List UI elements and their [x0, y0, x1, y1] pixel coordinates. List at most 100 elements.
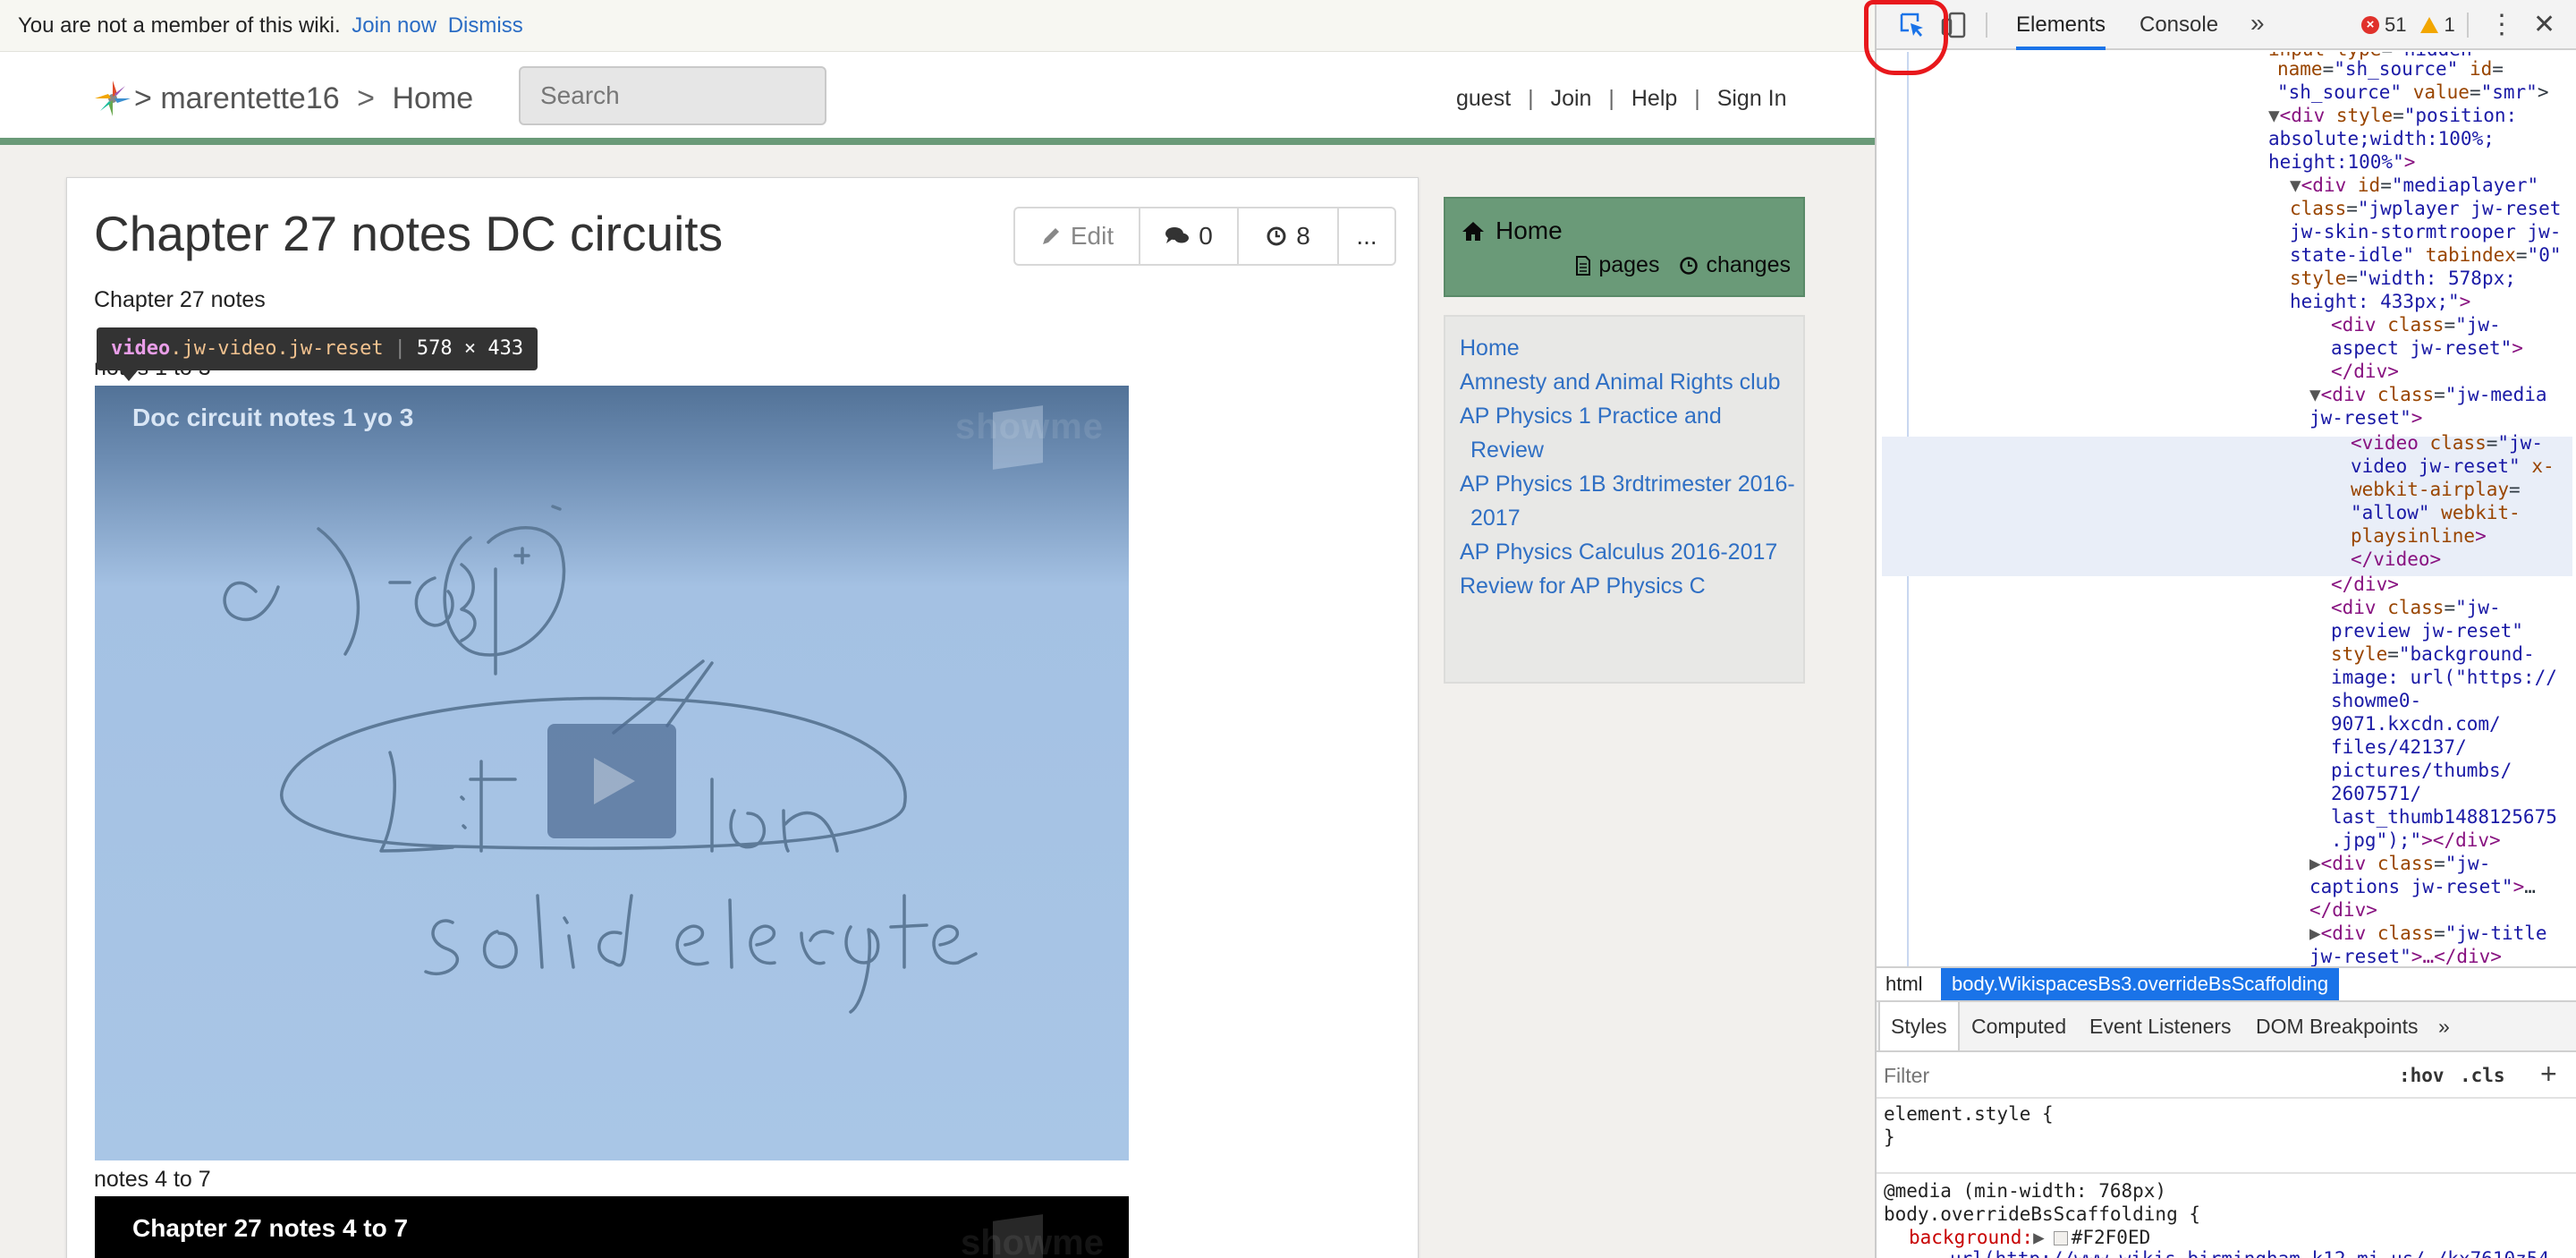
play-button[interactable] — [547, 724, 676, 838]
notes-2-label: notes 4 to 7 — [94, 1167, 211, 1192]
toolbar-divider — [2467, 13, 2469, 38]
user-nav-guest[interactable]: guest — [1456, 86, 1511, 111]
video-2-title: Chapter 27 notes 4 to 7 — [132, 1214, 409, 1242]
tooltip-divider: | — [394, 337, 406, 360]
sidebar-home-links: pages changes — [1575, 252, 1791, 278]
more-tabs-icon[interactable]: » — [2250, 9, 2265, 38]
warning-count: 1 — [2444, 13, 2455, 36]
breadcrumb-page[interactable]: Home — [392, 81, 473, 115]
comments-icon — [1165, 227, 1190, 243]
swatch-value: #F2F0ED — [2071, 1227, 2151, 1248]
dismiss-link[interactable]: Dismiss — [448, 13, 523, 38]
rule-close: } — [1884, 1126, 1895, 1148]
css-property: background: — [1909, 1227, 2034, 1248]
tab-styles[interactable]: Styles — [1878, 1002, 1960, 1050]
history-count: 8 — [1296, 222, 1310, 250]
class-toggle[interactable]: .cls — [2460, 1052, 2505, 1099]
styles-filter-input[interactable] — [1884, 1059, 2241, 1092]
devtools-panel: Elements Console » × 51 1 ⋮ ✕ input type… — [1875, 0, 2576, 1258]
join-now-link[interactable]: Join now — [352, 13, 436, 38]
page-viewport: You are not a member of this wiki. Join … — [0, 0, 1875, 1258]
media-query: @media (min-width: 768px) — [1884, 1180, 2167, 1202]
new-rule-icon[interactable]: + — [2540, 1050, 2557, 1097]
tooltip-arrow — [120, 370, 138, 381]
breadcrumb-html[interactable]: html — [1885, 968, 1923, 1000]
breadcrumb-body[interactable]: body.WikispacesBs3.overrideBsScaffolding — [1941, 968, 2340, 1000]
sidebar-item-ap-physics-calculus[interactable]: AP Physics Calculus 2016-2017 — [1460, 535, 1796, 569]
comments-count: 0 — [1199, 222, 1213, 250]
user-nav: guest | Join | Help | Sign In — [1456, 77, 1787, 120]
tab-console[interactable]: Console — [2140, 0, 2218, 50]
toolbar-divider — [1986, 13, 1987, 38]
membership-notice: You are not a member of this wiki. Join … — [0, 0, 1875, 52]
close-icon[interactable]: ✕ — [2533, 0, 2555, 50]
styles-tabbar: Styles Computed Event Listeners DOM Brea… — [1877, 1002, 2576, 1052]
more-label: ... — [1356, 222, 1377, 250]
search-input[interactable] — [519, 66, 826, 125]
play-icon — [594, 758, 635, 804]
breadcrumb-sep: > — [357, 81, 375, 115]
sidebar-home-panel: Home pages changes — [1444, 197, 1805, 297]
styles-pane[interactable]: element.style { } @media (min-width: 768… — [1877, 1101, 2576, 1258]
styles-divider — [1877, 1172, 2576, 1174]
changes-link[interactable]: changes — [1679, 252, 1791, 278]
dom-breadcrumb: html body.WikispacesBs3.overrideBsScaffo… — [1877, 966, 2576, 1002]
sidebar-home-link[interactable]: Home — [1462, 217, 1563, 245]
error-icon: × — [2361, 16, 2379, 34]
comments-button[interactable]: 0 — [1140, 208, 1239, 264]
element-style-rule: element.style { — [1884, 1103, 2054, 1125]
css-selector: body.overrideBsScaffolding { — [1884, 1203, 2201, 1225]
tab-computed[interactable]: Computed — [1971, 1002, 2066, 1050]
sidebar-item-ap-physics-1b[interactable]: AP Physics 1B 3rdtrimester 2016-2017 — [1460, 467, 1796, 535]
changes-label: changes — [1706, 252, 1791, 277]
tooltip-size: 578 × 433 — [416, 337, 524, 360]
clock-icon — [1680, 256, 1699, 275]
breadcrumb-sep: > — [134, 81, 152, 115]
color-swatch[interactable] — [2053, 1231, 2068, 1245]
hover-state-toggle[interactable]: :hov — [2399, 1052, 2445, 1099]
css-url-line: url(http://www.wikis.birmingham.k12.mi.u… — [1950, 1247, 2549, 1258]
dom-tree[interactable]: input type="hidden" name="sh_source" id=… — [1877, 52, 2576, 966]
css-declaration: background:▶ #F2F0ED — [1909, 1226, 2150, 1249]
error-warning-counter[interactable]: × 51 1 — [2361, 0, 2455, 50]
devtools-toolbar: Elements Console » × 51 1 ⋮ ✕ — [1877, 0, 2576, 50]
video-player-2[interactable]: showme Chapter 27 notes 4 to 7 — [95, 1196, 1129, 1258]
sidebar-home-label: Home — [1496, 217, 1563, 244]
page-title: Chapter 27 notes DC circuits — [94, 206, 724, 261]
user-nav-help[interactable]: Help — [1631, 86, 1677, 111]
tab-event-listeners[interactable]: Event Listeners — [2089, 1002, 2232, 1050]
pages-link[interactable]: pages — [1575, 252, 1659, 278]
tab-dom-breakpoints[interactable]: DOM Breakpoints — [2256, 1002, 2419, 1050]
inspect-tooltip: video.jw-video.jw-reset | 578 × 433 — [97, 327, 538, 370]
pencil-icon — [1042, 228, 1059, 244]
breadcrumb: > marentette16 > Home — [134, 77, 473, 120]
sidebar-item-amnesty[interactable]: Amnesty and Animal Rights club — [1460, 365, 1796, 399]
sidebar-item-home[interactable]: Home — [1460, 331, 1796, 365]
more-button[interactable]: ... — [1339, 208, 1394, 264]
css-url[interactable]: url(http://www.wikis.birmingham.k12.mi.u… — [1950, 1248, 2549, 1258]
tooltip-classes: .jw-video.jw-reset — [170, 337, 384, 360]
error-count: 51 — [2385, 13, 2407, 36]
video-watermark: showme — [960, 1223, 1104, 1258]
sidebar-item-ap-physics-1[interactable]: AP Physics 1 Practice and Review — [1460, 399, 1796, 467]
tab-elements[interactable]: Elements — [2016, 0, 2106, 50]
file-icon — [1576, 255, 1591, 276]
user-nav-join[interactable]: Join — [1551, 86, 1592, 111]
user-nav-sign-in[interactable]: Sign In — [1717, 86, 1787, 111]
history-button[interactable]: 8 — [1239, 208, 1339, 264]
page-actions: Edit 0 8 ... — [1013, 207, 1396, 266]
wikispaces-logo-icon[interactable] — [93, 79, 132, 118]
video-player-1[interactable]: showme Doc circuit notes 1 yo 3 — [95, 386, 1129, 1160]
breadcrumb-wiki[interactable]: marentette16 — [160, 81, 339, 115]
styles-filter-row: :hov .cls + — [1877, 1052, 2576, 1099]
sidebar-nav-panel: Home Amnesty and Animal Rights club AP P… — [1444, 315, 1805, 684]
expand-arrow-icon[interactable]: ▶ — [2033, 1227, 2045, 1248]
more-tabs-icon[interactable]: » — [2438, 1002, 2450, 1050]
sidebar-item-review-ap-physics-c[interactable]: Review for AP Physics C — [1460, 569, 1796, 603]
intro-text: Chapter 27 notes — [94, 287, 266, 312]
kebab-menu-icon[interactable]: ⋮ — [2488, 0, 2515, 50]
edit-button[interactable]: Edit — [1015, 208, 1140, 264]
red-highlight-circle — [1864, 0, 1948, 75]
notice-text: You are not a member of this wiki. — [18, 13, 341, 38]
tooltip-tag: video — [111, 337, 171, 360]
